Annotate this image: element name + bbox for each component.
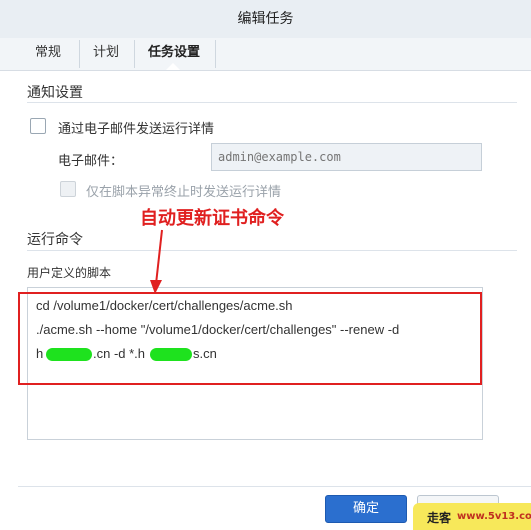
annotation-arrow-icon: [150, 229, 163, 294]
script-line: .cn -d *.h: [93, 346, 146, 361]
notification-section-title: 通知设置: [27, 85, 83, 101]
email-details-checkbox[interactable]: [30, 118, 46, 134]
abnormal-only-checkbox[interactable]: [60, 181, 76, 197]
ok-button[interactable]: 确定: [325, 495, 407, 523]
watermark-logo: 走客 www.5v13.com: [413, 503, 531, 530]
abnormal-only-label: 仅在脚本异常终止时发送运行详情: [86, 185, 282, 200]
dialog-title: 编辑任务: [0, 0, 531, 39]
script-line: cd /volume1/docker/cert/challenges/acme.…: [36, 298, 293, 313]
redaction-mark: [46, 348, 92, 361]
watermark-site: www.5v13.com: [457, 511, 531, 522]
tab-bar: 常规 计划 任务设置: [0, 38, 531, 71]
script-line: h: [36, 346, 44, 361]
annotation-text: 自动更新证书命令: [140, 208, 284, 229]
email-input[interactable]: [211, 143, 482, 171]
script-line: ./acme.sh --home "/volume1/docker/cert/c…: [36, 322, 400, 337]
tab-general[interactable]: 常规: [22, 38, 74, 70]
section-divider: [27, 102, 517, 103]
redaction-mark: [150, 348, 192, 361]
footer-divider: [18, 486, 531, 487]
watermark-text: 走客: [427, 511, 452, 525]
run-command-section-title: 运行命令: [27, 232, 83, 248]
script-line: s.cn: [193, 346, 217, 361]
tab-divider: [215, 40, 216, 68]
user-script-label: 用户定义的脚本: [27, 266, 112, 280]
email-label: 电子邮件：: [58, 154, 124, 169]
section-divider: [27, 250, 517, 251]
tab-schedule[interactable]: 计划: [80, 38, 132, 70]
active-tab-pointer: [166, 63, 180, 70]
email-details-label: 通过电子邮件发送运行详情: [58, 122, 215, 137]
